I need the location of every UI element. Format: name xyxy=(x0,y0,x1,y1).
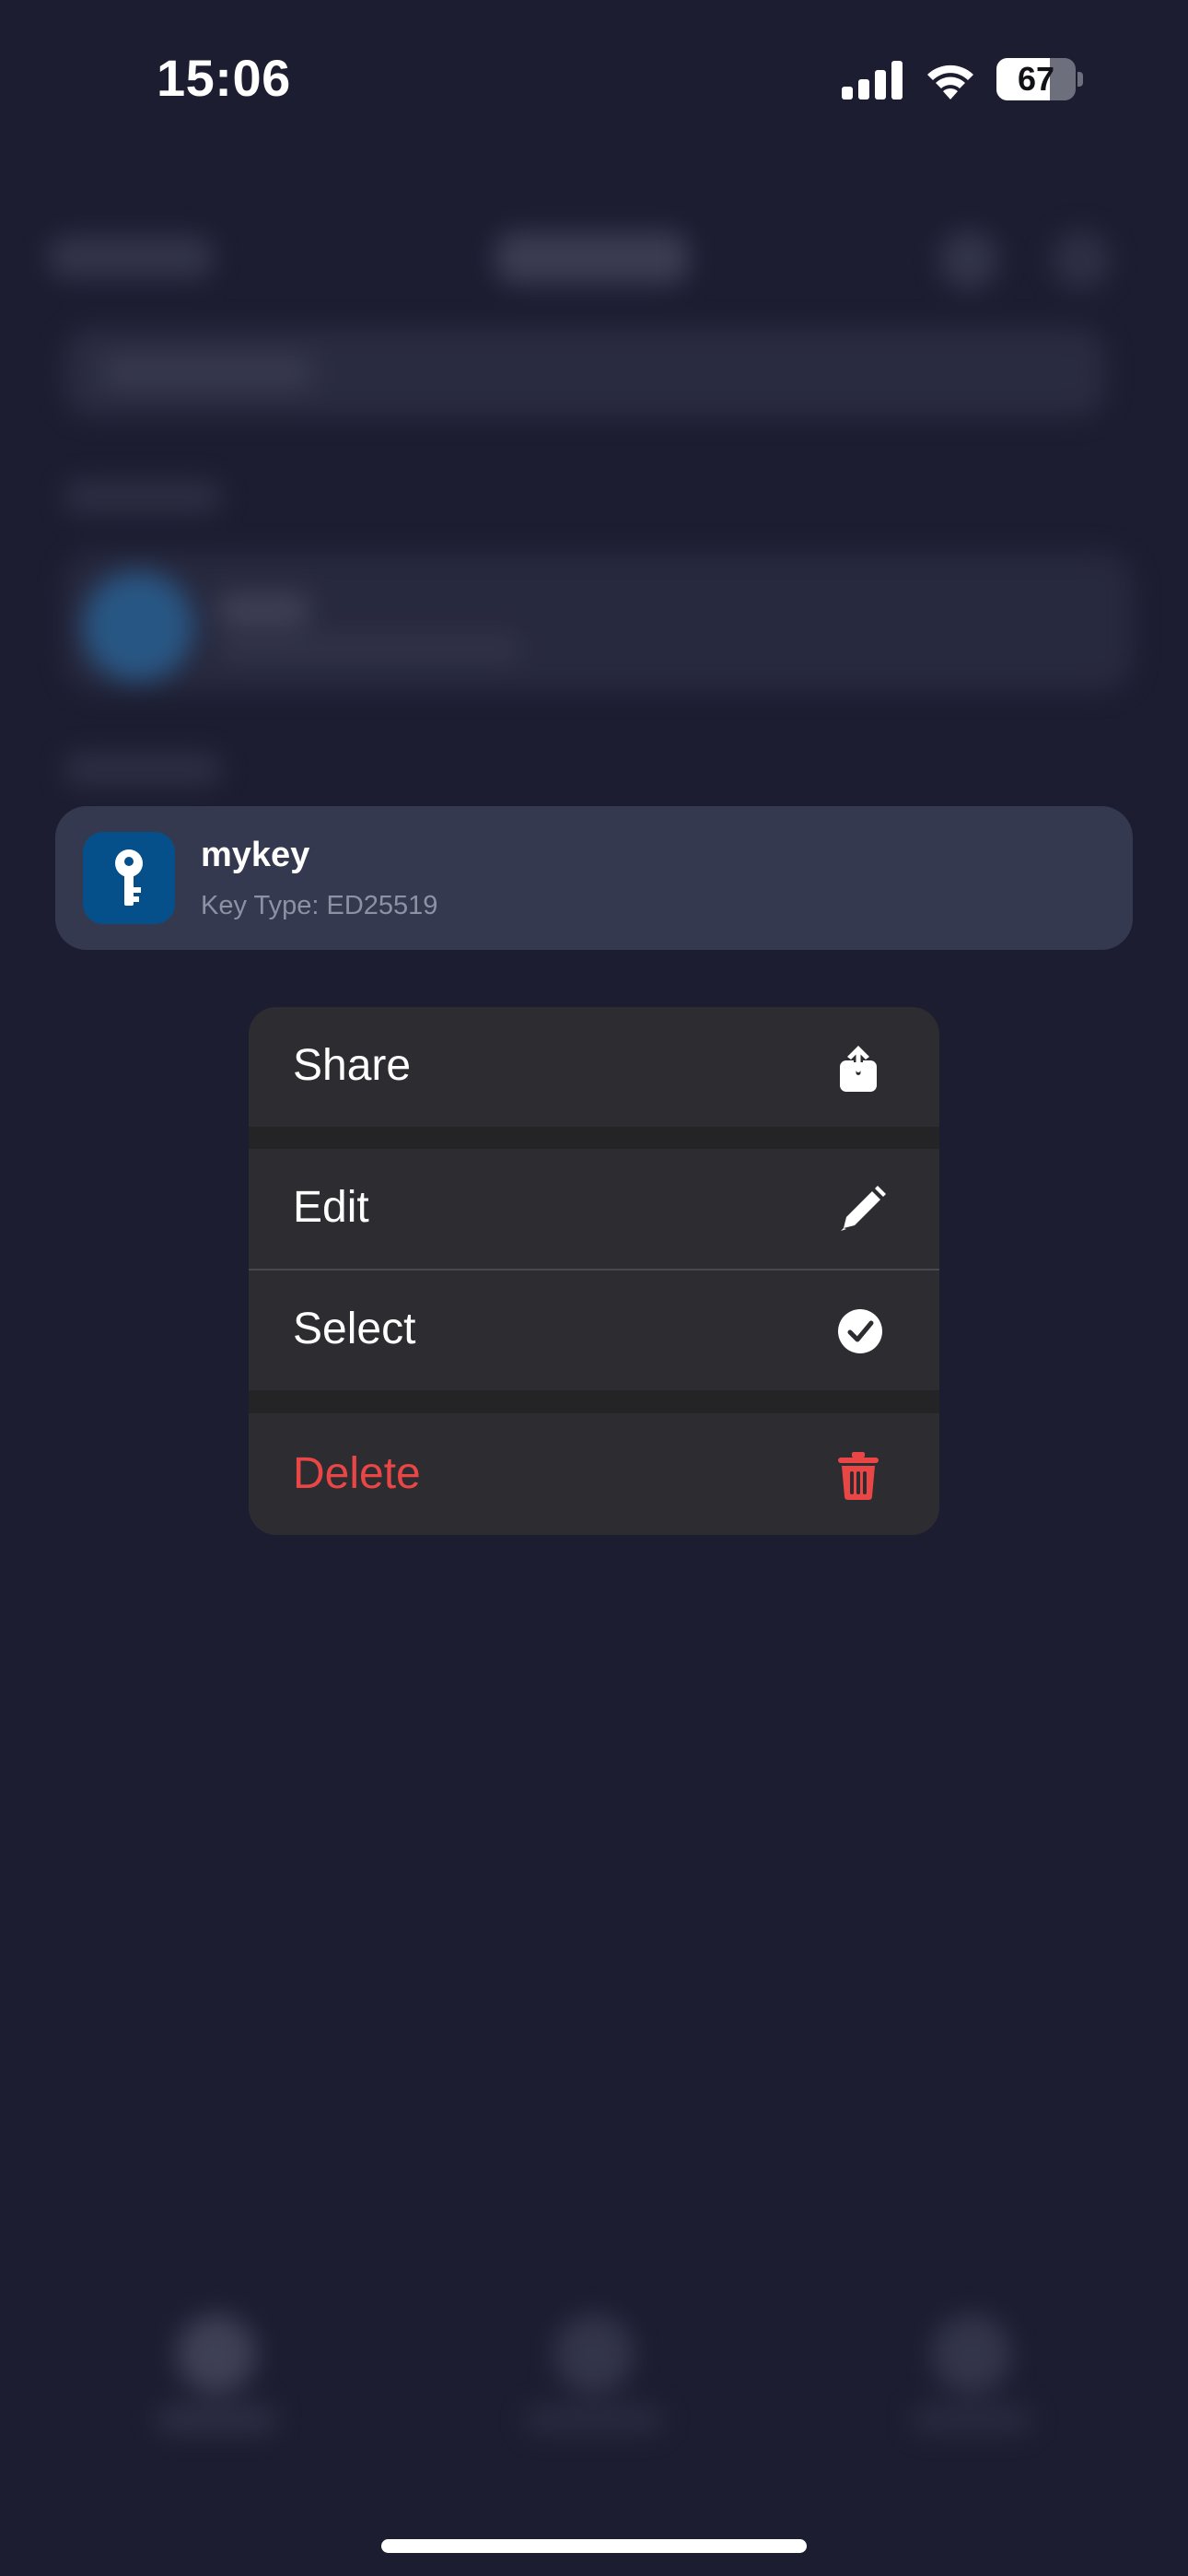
key-name: mykey xyxy=(201,836,310,874)
screen: 15:06 67 mykey Key Type: ED25519 Share E… xyxy=(0,0,1188,2576)
menu-item-select[interactable]: Select xyxy=(249,1270,939,1390)
blurred-toolbar-button xyxy=(1052,230,1111,289)
pencil-icon xyxy=(841,1186,886,1231)
context-menu: Share Edit Select Delete xyxy=(249,1007,939,1535)
status-bar: 15:06 67 xyxy=(0,0,1188,157)
blurred-back-button xyxy=(48,236,214,278)
blurred-tab-icon xyxy=(932,2314,1011,2394)
key-glyph-icon xyxy=(115,849,143,906)
menu-item-label: Select xyxy=(293,1305,416,1353)
battery-cap xyxy=(1077,72,1083,87)
blurred-section-header xyxy=(64,481,221,512)
menu-item-label: Share xyxy=(293,1041,412,1090)
blurred-item-title xyxy=(217,593,309,626)
blurred-tab-icon xyxy=(554,2314,634,2394)
menu-item-edit[interactable]: Edit xyxy=(249,1149,939,1269)
blurred-page-title xyxy=(495,232,689,284)
menu-item-label: Delete xyxy=(293,1449,421,1498)
status-time: 15:06 xyxy=(157,49,291,107)
blurred-item-subtitle xyxy=(217,636,521,662)
blurred-section-header xyxy=(64,754,221,785)
battery-level: 67 xyxy=(1017,60,1055,98)
blurred-avatar xyxy=(83,571,193,682)
key-icon xyxy=(83,832,175,924)
key-list-item[interactable]: mykey Key Type: ED25519 xyxy=(55,806,1133,950)
trash-icon xyxy=(838,1452,879,1500)
blurred-tab-label xyxy=(525,2406,663,2432)
checkmark-circle-icon xyxy=(838,1309,882,1353)
menu-item-label: Edit xyxy=(293,1183,369,1232)
blurred-tab-label xyxy=(157,2406,276,2432)
wifi-icon xyxy=(927,64,973,100)
share-icon xyxy=(840,1046,877,1092)
menu-item-share[interactable]: Share xyxy=(249,1007,939,1127)
home-indicator[interactable] xyxy=(381,2539,807,2553)
cellular-signal-icon xyxy=(842,61,903,100)
key-type-label: Key Type: ED25519 xyxy=(201,891,438,920)
menu-item-delete[interactable]: Delete xyxy=(249,1413,939,1535)
blurred-search-placeholder xyxy=(101,356,313,389)
blurred-tab-label xyxy=(912,2406,1031,2432)
battery-indicator: 67 xyxy=(996,58,1083,100)
blurred-tab-icon xyxy=(177,2314,256,2394)
battery-body: 67 xyxy=(996,58,1076,100)
blurred-toolbar-button xyxy=(939,230,998,289)
